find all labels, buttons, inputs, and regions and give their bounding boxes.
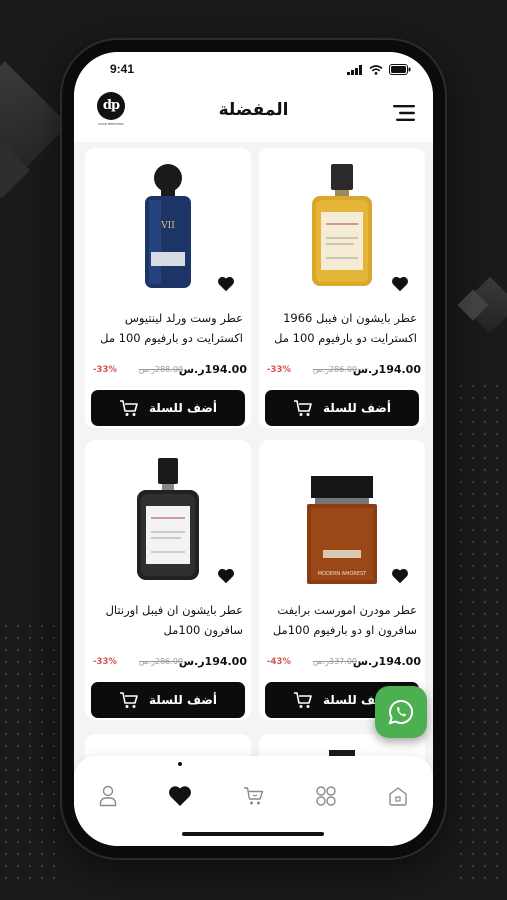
cart-icon: [244, 787, 264, 805]
product-card[interactable]: عطر بايشون ان فيبل 1966 اكسترايت دو بارف…: [259, 148, 425, 428]
product-price: 194.00ر.س: [178, 655, 247, 668]
product-name[interactable]: عطر مودرن امورست برايفت سافرون او دو بار…: [267, 600, 417, 640]
product-price: 194.00ر.س: [352, 655, 421, 668]
battery-icon: [389, 64, 411, 75]
svg-text:VII: VII: [160, 221, 175, 231]
cart-icon: [120, 400, 138, 416]
nav-categories[interactable]: [312, 782, 340, 810]
nav-profile[interactable]: [94, 782, 122, 810]
cart-icon: [120, 692, 138, 708]
product-old-price: 286.00ر.س: [312, 365, 357, 374]
discount-badge: -33%: [93, 657, 117, 667]
price-row: 194.00ر.س 337.00ر.س -43%: [265, 655, 421, 671]
product-name[interactable]: عطر بايشون ان فيبل اورنتال سافرون 100مل: [93, 600, 243, 640]
add-to-cart-label: أضف للسلة: [323, 401, 391, 415]
price-row: 194.00ر.س 286.00ر.س -33%: [265, 363, 421, 379]
logo-subtitle: DOSE PERFUMES: [98, 122, 124, 126]
nav-favorites[interactable]: [166, 782, 194, 810]
app-header: dp DOSE PERFUMES المفضلة: [74, 88, 433, 142]
home-icon: [389, 787, 407, 806]
whatsapp-button[interactable]: [375, 686, 427, 738]
discount-badge: -33%: [267, 365, 291, 375]
perfume-bottle-image: [137, 458, 199, 580]
favorite-heart-icon[interactable]: [217, 276, 235, 292]
add-to-cart-button[interactable]: أضف للسلة: [265, 390, 419, 426]
categories-icon: [316, 786, 336, 806]
favorite-heart-icon[interactable]: [217, 568, 235, 584]
discount-badge: -43%: [267, 657, 291, 667]
wifi-icon: [369, 64, 383, 75]
favorite-heart-icon[interactable]: [391, 568, 409, 584]
product-name[interactable]: عطر وست ورلد لينتيوس اكسترايت دو بارفيوم…: [93, 308, 243, 348]
product-card[interactable]: VII عطر وست ورلد لينتيوس اكسترايت دو بار…: [85, 148, 251, 428]
product-name[interactable]: عطر بايشون ان فيبل 1966 اكسترايت دو بارف…: [267, 308, 417, 348]
add-to-cart-button[interactable]: أضف للسلة: [91, 390, 245, 426]
signal-icon: [347, 64, 362, 75]
product-price: 194.00ر.س: [352, 363, 421, 376]
active-indicator-dot: [178, 762, 182, 766]
status-bar: 9:41: [74, 52, 433, 88]
svg-text:MODERN AMOREST: MODERN AMOREST: [318, 571, 368, 577]
discount-badge: -33%: [93, 365, 117, 375]
page-title: المفضلة: [218, 100, 289, 120]
product-image[interactable]: VII: [85, 152, 251, 292]
cart-icon: [294, 692, 312, 708]
perfume-bottle-image: MODERN AMOREST: [307, 476, 377, 584]
menu-icon[interactable]: [393, 104, 415, 122]
add-to-cart-label: أضف للسلة: [149, 401, 217, 415]
price-row: 194.00ر.س 288.00ر.س -33%: [91, 363, 247, 379]
background-dots-left: [0, 620, 60, 880]
price-row: 194.00ر.س 286.00ر.س -33%: [91, 655, 247, 671]
product-old-price: 337.00ر.س: [312, 657, 357, 666]
status-time: 9:41: [110, 62, 135, 76]
favorite-heart-icon[interactable]: [391, 276, 409, 292]
profile-icon: [99, 785, 117, 807]
product-old-price: 286.00ر.س: [138, 657, 183, 666]
bottom-navigation: [74, 756, 433, 846]
nav-cart[interactable]: [240, 782, 268, 810]
home-indicator: [182, 832, 324, 836]
whatsapp-icon: [388, 699, 413, 725]
add-to-cart-button[interactable]: أضف للسلة: [91, 682, 245, 718]
product-image[interactable]: [85, 444, 251, 584]
favorites-icon: [169, 786, 191, 806]
product-image[interactable]: [259, 152, 425, 292]
favorites-grid: عطر بايشون ان فيبل 1966 اكسترايت دو بارف…: [82, 148, 425, 774]
nav-home[interactable]: [384, 782, 412, 810]
cart-icon: [294, 400, 312, 416]
product-image[interactable]: MODERN AMOREST: [259, 444, 425, 584]
product-old-price: 288.00ر.س: [138, 365, 183, 374]
product-price: 194.00ر.س: [178, 363, 247, 376]
background-dots-right: [455, 380, 507, 880]
perfume-bottle-image: VII: [145, 164, 191, 288]
status-icons: [347, 64, 411, 75]
product-card[interactable]: عطر بايشون ان فيبل اورنتال سافرون 100مل …: [85, 440, 251, 720]
add-to-cart-label: أضف للسلة: [149, 693, 217, 707]
perfume-bottle-image: [312, 164, 372, 286]
product-card[interactable]: MODERN AMOREST عطر مودرن امورست برايفت س…: [259, 440, 425, 720]
